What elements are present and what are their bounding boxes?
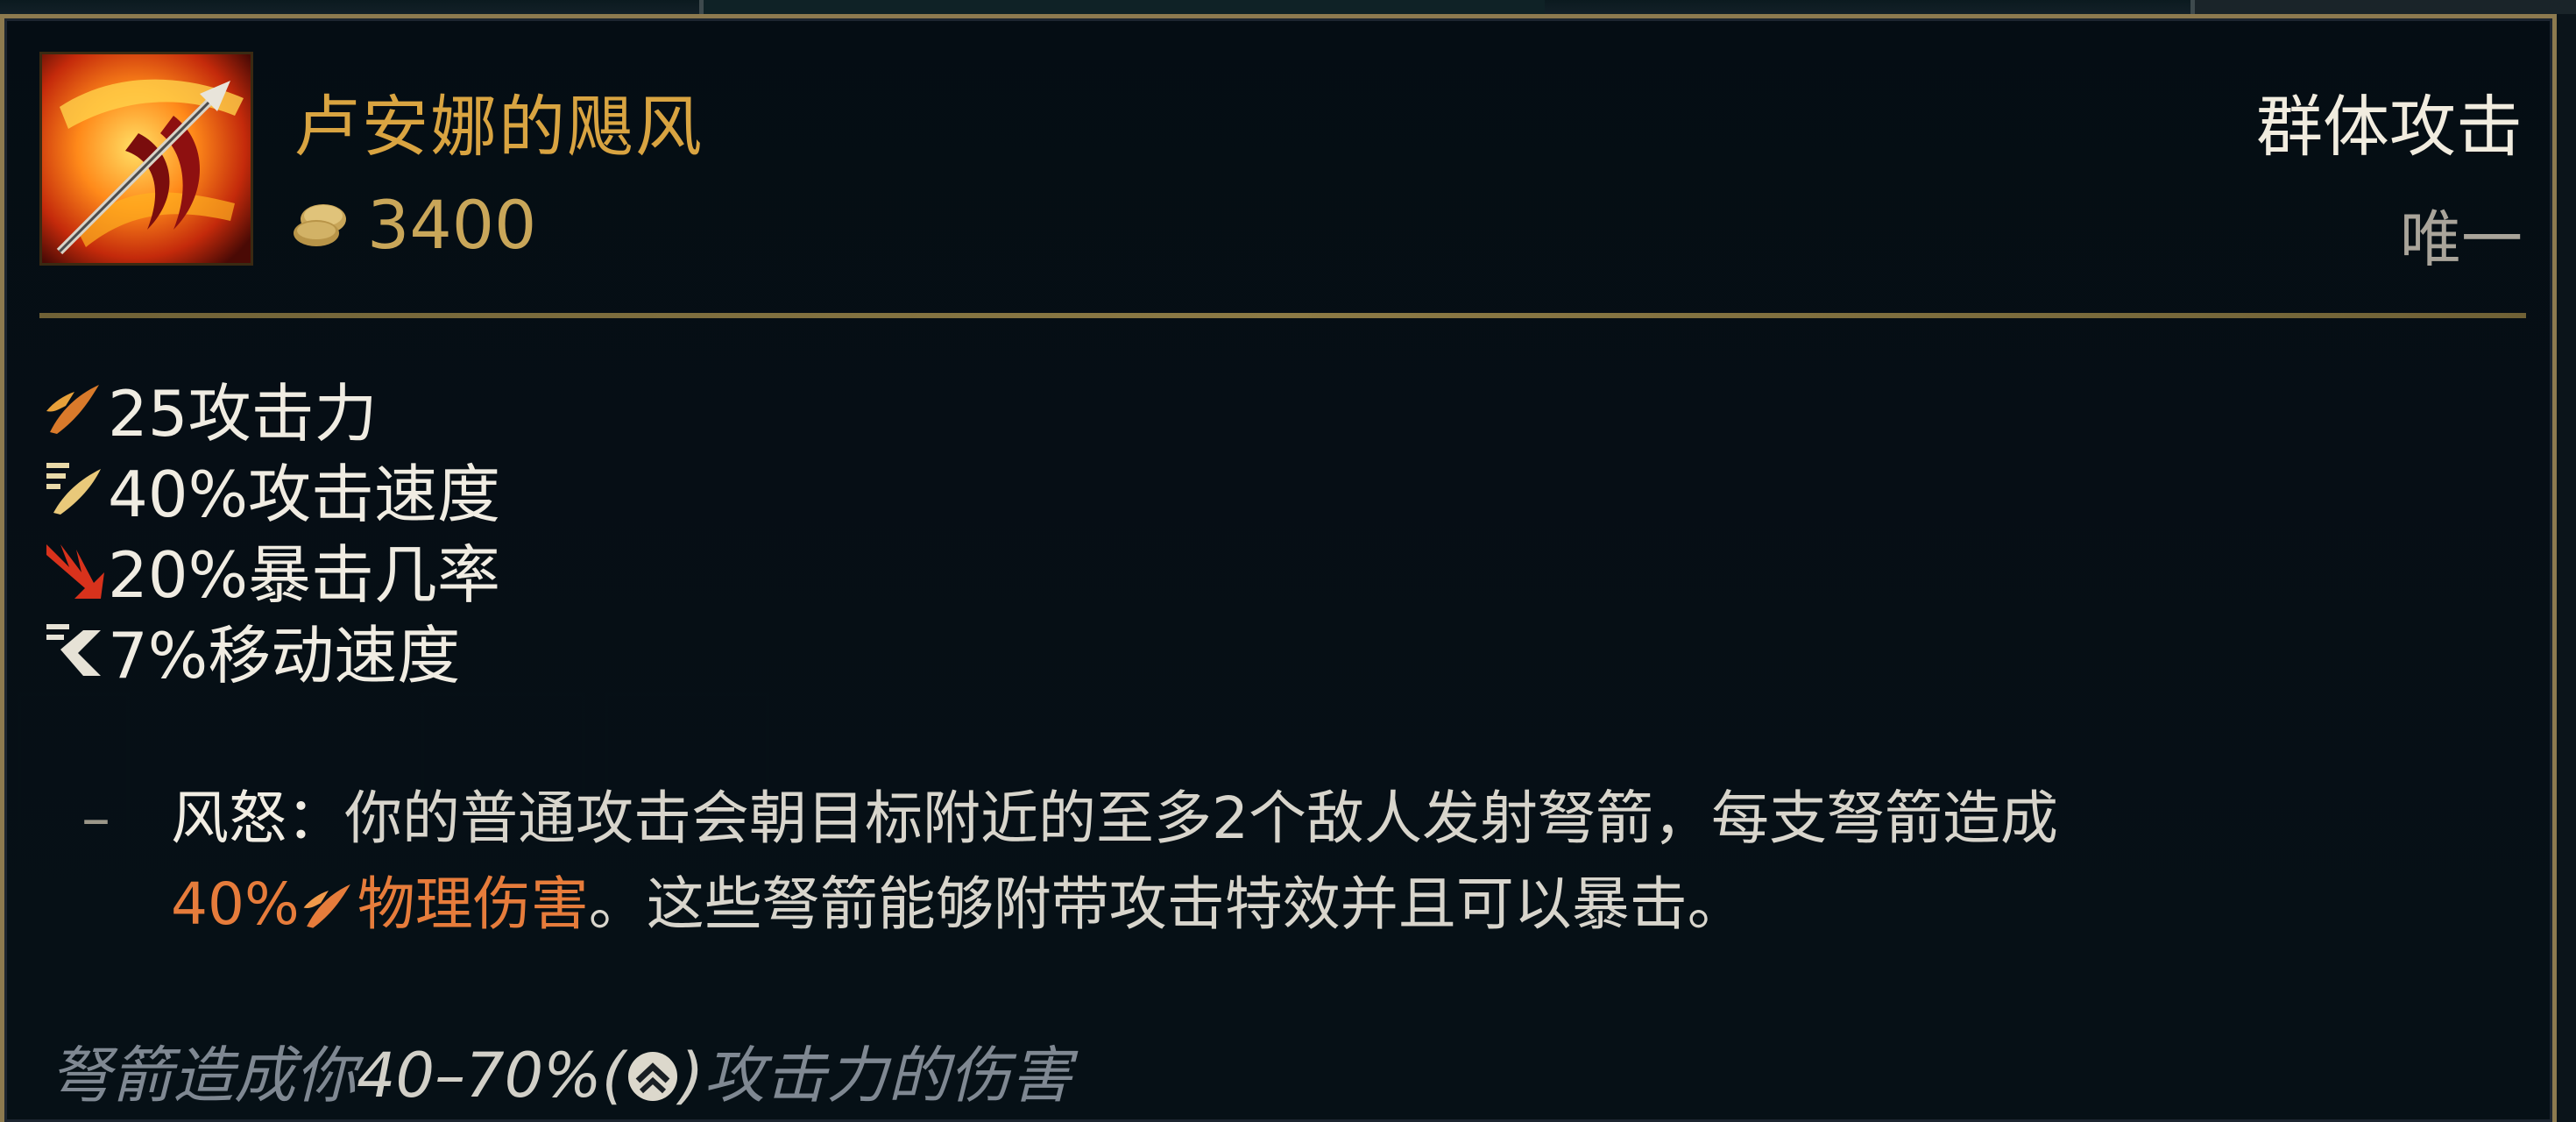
damage-percent: 40% (171, 870, 300, 938)
stat-text: 25攻击力 (108, 376, 378, 451)
stat-move-speed: 7%移动速度 (43, 609, 500, 692)
stat-text: 7%移动速度 (108, 618, 461, 692)
gold-coins-icon (294, 204, 346, 246)
stat-text: 20%暴击几率 (108, 537, 501, 612)
runaans-hurricane-icon (39, 52, 253, 266)
flavor-prefix: 弩箭造成你 (50, 1040, 357, 1111)
flavor-text: 弩箭造成你40–70%()攻击力的伤害 (50, 1026, 1072, 1115)
item-tooltip: 卢安娜的飓风 3400 群体攻击 唯一 25攻击力 40%攻击速度 20%暴击几… (0, 14, 2557, 1122)
stat-text: 40%攻击速度 (108, 457, 501, 531)
stat-attack-speed: 40%攻击速度 (43, 448, 500, 531)
stat-attack-damage: 25攻击力 (43, 367, 500, 451)
stat-crit-chance: 20%暴击几率 (43, 529, 500, 612)
divider (39, 313, 2526, 318)
move-speed-icon (46, 624, 101, 676)
flavor-range: 40–70% (357, 1040, 602, 1111)
item-cost: 3400 (290, 185, 536, 264)
flavor-suffix: 攻击力的伤害 (704, 1040, 1072, 1111)
stats-list: 25攻击力 40%攻击速度 20%暴击几率 7%移动速度 (43, 367, 500, 692)
attack-damage-icon (46, 385, 99, 434)
passive-name: 风怒： (171, 785, 344, 852)
gold-value: 3400 (367, 185, 537, 264)
item-type: 群体攻击 (2256, 88, 2523, 166)
passive-dash: – (81, 785, 110, 852)
rank-up-icon (627, 1052, 677, 1101)
damage-type: 物理伤害 (357, 870, 589, 938)
crit-chance-icon (46, 544, 104, 599)
passive-text-2: 。这些弩箭能够附带攻击特效并且可以暴击。 (588, 870, 1745, 938)
flavor-paren-open: ( (601, 1040, 626, 1111)
passive-description: – 风怒：你的普通攻击会朝目标附近的至多2个敌人发射弩箭，每支弩箭造成 40% 物理… (81, 776, 2517, 948)
attack-damage-icon (303, 884, 350, 928)
passive-line-2: 40% 物理伤害。这些弩箭能够附带攻击特效并且可以暴击。 (81, 862, 2517, 948)
strip-segment (699, 0, 1545, 14)
passive-text: 你的普通攻击会朝目标附近的至多2个敌人发射弩箭，每支弩箭造成 (344, 785, 2058, 852)
item-name: 卢安娜的飓风 (294, 88, 704, 166)
strip-segment (2190, 0, 2576, 14)
item-rarity: 唯一 (2400, 203, 2523, 275)
attack-speed-icon (46, 463, 101, 515)
top-strip (0, 0, 2576, 14)
flavor-paren-close: ) (679, 1040, 704, 1111)
